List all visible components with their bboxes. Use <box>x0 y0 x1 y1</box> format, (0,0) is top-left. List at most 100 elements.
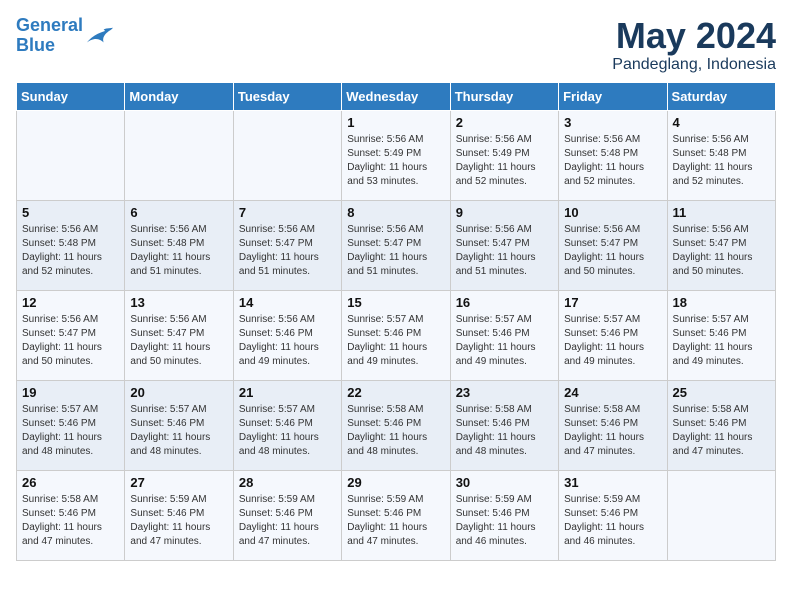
calendar-cell: 3 Sunrise: 5:56 AMSunset: 5:48 PMDaylight… <box>559 110 667 200</box>
week-row-2: 5 Sunrise: 5:56 AMSunset: 5:48 PMDaylight… <box>17 200 776 290</box>
day-number: 12 <box>22 295 119 310</box>
header-row: SundayMondayTuesdayWednesdayThursdayFrid… <box>17 82 776 110</box>
calendar-cell: 13 Sunrise: 5:56 AMSunset: 5:47 PMDayligh… <box>125 290 233 380</box>
calendar-cell: 30 Sunrise: 5:59 AMSunset: 5:46 PMDayligh… <box>450 470 558 560</box>
calendar-cell: 9 Sunrise: 5:56 AMSunset: 5:47 PMDaylight… <box>450 200 558 290</box>
calendar-cell: 10Sunrise: 5:56 AMSunset: 5:47 PMDayligh… <box>559 200 667 290</box>
day-number: 15 <box>347 295 444 310</box>
logo: General Blue <box>16 16 113 56</box>
day-info: Sunrise: 5:56 AMSunset: 5:47 PMDaylight:… <box>239 223 336 279</box>
calendar-table: SundayMondayTuesdayWednesdayThursdayFrid… <box>16 82 776 561</box>
logo-blue: Blue <box>16 35 55 55</box>
day-info: Sunrise: 5:58 AMSunset: 5:46 PMDaylight:… <box>456 403 553 459</box>
calendar-cell: 6 Sunrise: 5:56 AMSunset: 5:48 PMDaylight… <box>125 200 233 290</box>
day-info: Sunrise: 5:56 AMSunset: 5:49 PMDaylight:… <box>456 133 553 189</box>
day-info: Sunrise: 5:58 AMSunset: 5:46 PMDaylight:… <box>22 493 119 549</box>
calendar-cell: 18 Sunrise: 5:57 AMSunset: 5:46 PMDayligh… <box>667 290 775 380</box>
calendar-cell: 25 Sunrise: 5:58 AMSunset: 5:46 PMDayligh… <box>667 380 775 470</box>
day-info: Sunrise: 5:59 AMSunset: 5:46 PMDaylight:… <box>239 493 336 549</box>
calendar-title: May 2024 <box>612 16 776 56</box>
day-info: Sunrise: 5:59 AMSunset: 5:46 PMDaylight:… <box>347 493 444 549</box>
day-number: 4 <box>673 115 770 130</box>
calendar-subtitle: Pandeglang, Indonesia <box>612 56 776 74</box>
day-info: Sunrise: 5:57 AMSunset: 5:46 PMDaylight:… <box>456 313 553 369</box>
day-info: Sunrise: 5:56 AMSunset: 5:47 PMDaylight:… <box>22 313 119 369</box>
calendar-cell: 16 Sunrise: 5:57 AMSunset: 5:46 PMDayligh… <box>450 290 558 380</box>
day-number: 18 <box>673 295 770 310</box>
day-number: 27 <box>130 475 227 490</box>
day-info: Sunrise: 5:56 AMSunset: 5:46 PMDaylight:… <box>239 313 336 369</box>
day-number: 28 <box>239 475 336 490</box>
col-header-sunday: Sunday <box>17 82 125 110</box>
col-header-friday: Friday <box>559 82 667 110</box>
day-number: 8 <box>347 205 444 220</box>
calendar-cell: 12 Sunrise: 5:56 AMSunset: 5:47 PMDayligh… <box>17 290 125 380</box>
calendar-cell <box>667 470 775 560</box>
day-number: 14 <box>239 295 336 310</box>
day-info: Sunrise: 5:57 AMSunset: 5:46 PMDaylight:… <box>22 403 119 459</box>
day-info: Sunrise: 5:58 AMSunset: 5:46 PMDaylight:… <box>347 403 444 459</box>
calendar-cell: 11Sunrise: 5:56 AMSunset: 5:47 PMDayligh… <box>667 200 775 290</box>
day-number: 19 <box>22 385 119 400</box>
day-number: 3 <box>564 115 661 130</box>
day-number: 29 <box>347 475 444 490</box>
week-row-1: 1Sunrise: 5:56 AMSunset: 5:49 PMDaylight… <box>17 110 776 200</box>
day-number: 24 <box>564 385 661 400</box>
logo-general: General <box>16 15 83 35</box>
day-number: 30 <box>456 475 553 490</box>
day-info: Sunrise: 5:56 AMSunset: 5:48 PMDaylight:… <box>564 133 661 189</box>
day-info: Sunrise: 5:57 AMSunset: 5:46 PMDaylight:… <box>673 313 770 369</box>
day-info: Sunrise: 5:57 AMSunset: 5:46 PMDaylight:… <box>239 403 336 459</box>
day-number: 5 <box>22 205 119 220</box>
calendar-cell: 14 Sunrise: 5:56 AMSunset: 5:46 PMDayligh… <box>233 290 341 380</box>
calendar-cell: 23 Sunrise: 5:58 AMSunset: 5:46 PMDayligh… <box>450 380 558 470</box>
day-number: 21 <box>239 385 336 400</box>
week-row-3: 12 Sunrise: 5:56 AMSunset: 5:47 PMDayligh… <box>17 290 776 380</box>
calendar-cell <box>125 110 233 200</box>
calendar-cell <box>17 110 125 200</box>
day-number: 6 <box>130 205 227 220</box>
col-header-tuesday: Tuesday <box>233 82 341 110</box>
logo-text: General Blue <box>16 16 83 56</box>
col-header-thursday: Thursday <box>450 82 558 110</box>
day-number: 9 <box>456 205 553 220</box>
day-number: 16 <box>456 295 553 310</box>
calendar-cell: 2Sunrise: 5:56 AMSunset: 5:49 PMDaylight… <box>450 110 558 200</box>
calendar-cell: 22 Sunrise: 5:58 AMSunset: 5:46 PMDayligh… <box>342 380 450 470</box>
day-info: Sunrise: 5:56 AMSunset: 5:47 PMDaylight:… <box>564 223 661 279</box>
day-info: Sunrise: 5:58 AMSunset: 5:46 PMDaylight:… <box>673 403 770 459</box>
week-row-4: 19 Sunrise: 5:57 AMSunset: 5:46 PMDayligh… <box>17 380 776 470</box>
col-header-wednesday: Wednesday <box>342 82 450 110</box>
calendar-cell: 21 Sunrise: 5:57 AMSunset: 5:46 PMDayligh… <box>233 380 341 470</box>
day-info: Sunrise: 5:57 AMSunset: 5:46 PMDaylight:… <box>130 403 227 459</box>
day-number: 22 <box>347 385 444 400</box>
day-number: 13 <box>130 295 227 310</box>
day-info: Sunrise: 5:59 AMSunset: 5:46 PMDaylight:… <box>130 493 227 549</box>
calendar-cell: 1Sunrise: 5:56 AMSunset: 5:49 PMDaylight… <box>342 110 450 200</box>
day-number: 17 <box>564 295 661 310</box>
calendar-cell: 4 Sunrise: 5:56 AMSunset: 5:48 PMDaylight… <box>667 110 775 200</box>
day-info: Sunrise: 5:56 AMSunset: 5:48 PMDaylight:… <box>673 133 770 189</box>
calendar-cell: 29 Sunrise: 5:59 AMSunset: 5:46 PMDayligh… <box>342 470 450 560</box>
day-number: 31 <box>564 475 661 490</box>
day-info: Sunrise: 5:56 AMSunset: 5:47 PMDaylight:… <box>130 313 227 369</box>
calendar-cell: 17Sunrise: 5:57 AMSunset: 5:46 PMDayligh… <box>559 290 667 380</box>
calendar-cell: 5Sunrise: 5:56 AMSunset: 5:48 PMDaylight… <box>17 200 125 290</box>
week-row-5: 26Sunrise: 5:58 AMSunset: 5:46 PMDayligh… <box>17 470 776 560</box>
day-info: Sunrise: 5:59 AMSunset: 5:46 PMDaylight:… <box>564 493 661 549</box>
day-info: Sunrise: 5:56 AMSunset: 5:47 PMDaylight:… <box>456 223 553 279</box>
day-info: Sunrise: 5:56 AMSunset: 5:47 PMDaylight:… <box>347 223 444 279</box>
day-number: 23 <box>456 385 553 400</box>
title-area: May 2024 Pandeglang, Indonesia <box>612 16 776 74</box>
calendar-cell: 28 Sunrise: 5:59 AMSunset: 5:46 PMDayligh… <box>233 470 341 560</box>
calendar-cell: 20Sunrise: 5:57 AMSunset: 5:46 PMDayligh… <box>125 380 233 470</box>
calendar-cell: 8 Sunrise: 5:56 AMSunset: 5:47 PMDaylight… <box>342 200 450 290</box>
calendar-cell: 19 Sunrise: 5:57 AMSunset: 5:46 PMDayligh… <box>17 380 125 470</box>
day-number: 25 <box>673 385 770 400</box>
calendar-cell: 26Sunrise: 5:58 AMSunset: 5:46 PMDayligh… <box>17 470 125 560</box>
day-info: Sunrise: 5:59 AMSunset: 5:46 PMDaylight:… <box>456 493 553 549</box>
day-info: Sunrise: 5:56 AMSunset: 5:48 PMDaylight:… <box>130 223 227 279</box>
calendar-cell: 31 Sunrise: 5:59 AMSunset: 5:46 PMDayligh… <box>559 470 667 560</box>
calendar-cell: 15Sunrise: 5:57 AMSunset: 5:46 PMDayligh… <box>342 290 450 380</box>
day-info: Sunrise: 5:58 AMSunset: 5:46 PMDaylight:… <box>564 403 661 459</box>
